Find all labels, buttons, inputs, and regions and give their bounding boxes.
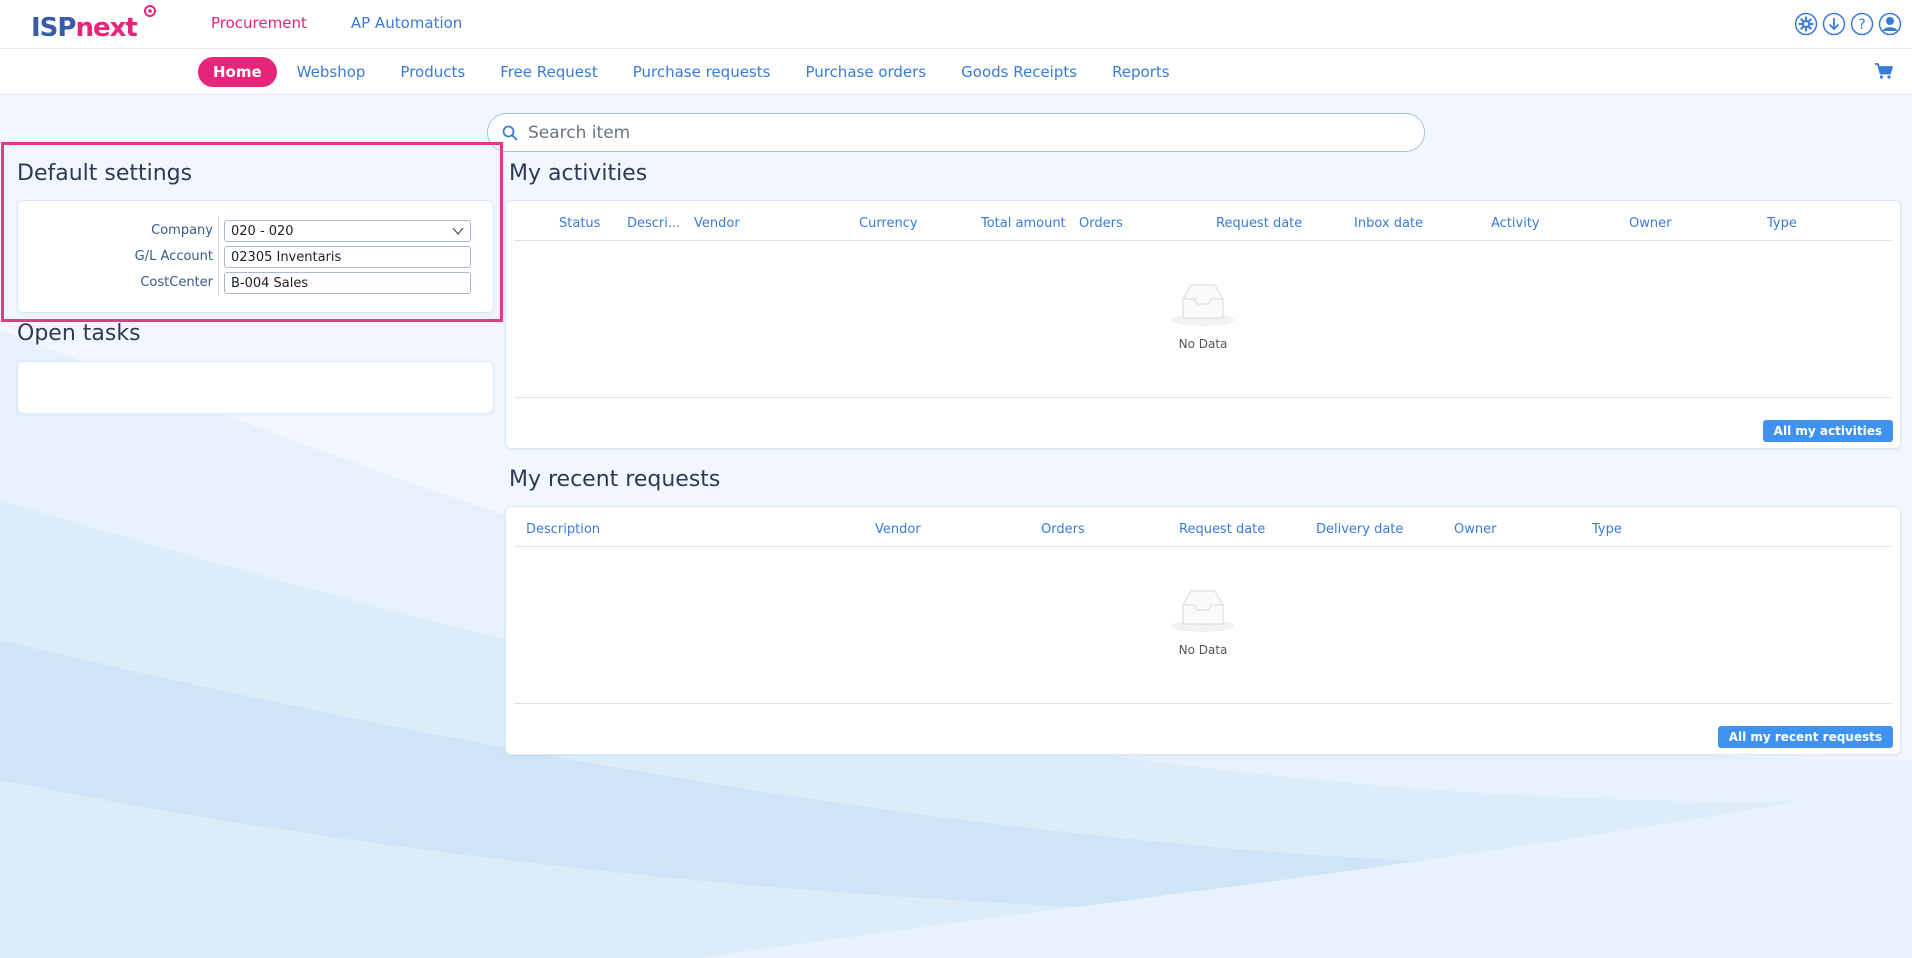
search-icon	[502, 125, 518, 140]
col-description[interactable]: Description	[526, 522, 600, 537]
company-value: 020 - 020	[231, 224, 294, 239]
company-label: Company	[151, 223, 213, 238]
my-activities-card: Status Descri... Vendor Currency Total a…	[505, 200, 1901, 449]
svg-text:?: ?	[1858, 17, 1865, 33]
table-footer-divider	[514, 703, 1892, 704]
my-recent-requests-empty: No Data	[506, 587, 1900, 657]
nav-webshop[interactable]: Webshop	[282, 57, 381, 87]
top-icons: ?	[1794, 12, 1902, 36]
default-settings-card: Company 020 - 020 G/L Account 02305 Inve…	[17, 200, 494, 313]
nav-reports[interactable]: Reports	[1097, 57, 1185, 87]
app-tab-ap-automation[interactable]: AP Automation	[351, 14, 462, 32]
my-recent-requests-header: Description Vendor Orders Request date D…	[514, 509, 1892, 547]
user-icon[interactable]	[1878, 12, 1902, 36]
col-type[interactable]: Type	[1767, 216, 1797, 231]
nav-purchase-orders[interactable]: Purchase orders	[790, 57, 941, 87]
search-bar	[487, 113, 1425, 152]
my-activities-empty: No Data	[506, 281, 1900, 351]
app-tab-procurement[interactable]: Procurement	[211, 14, 307, 32]
open-tasks-title: Open tasks	[17, 321, 141, 346]
download-icon[interactable]	[1822, 12, 1846, 36]
help-icon[interactable]: ?	[1850, 12, 1874, 36]
col-type[interactable]: Type	[1592, 522, 1622, 537]
col-owner[interactable]: Owner	[1629, 216, 1671, 231]
empty-inbox-icon	[1171, 590, 1235, 632]
my-activities-header: Status Descri... Vendor Currency Total a…	[514, 203, 1892, 241]
col-activity[interactable]: Activity	[1491, 216, 1540, 231]
no-data-text: No Data	[1178, 643, 1228, 657]
main-nav-bar: Home Webshop Products Free Request Purch…	[0, 49, 1912, 95]
table-footer-divider	[514, 397, 1892, 398]
nav-free-request[interactable]: Free Request	[485, 57, 613, 87]
col-owner[interactable]: Owner	[1454, 522, 1496, 537]
default-settings-title: Default settings	[17, 161, 193, 186]
app-tabs: Procurement AP Automation	[211, 14, 462, 32]
nav-home[interactable]: Home	[198, 57, 277, 87]
col-orders[interactable]: Orders	[1079, 216, 1123, 231]
col-description[interactable]: Descri...	[627, 216, 680, 231]
logo-next-text: next	[75, 13, 137, 43]
my-recent-requests-title: My recent requests	[509, 467, 721, 492]
my-recent-requests-card: Description Vendor Orders Request date D…	[505, 506, 1901, 755]
col-request-date[interactable]: Request date	[1179, 522, 1265, 537]
gl-account-label: G/L Account	[134, 249, 213, 264]
nav-products[interactable]: Products	[385, 57, 480, 87]
logo-location-pin-icon	[144, 5, 156, 17]
empty-inbox-icon	[1171, 284, 1235, 326]
ispnext-logo[interactable]: ISP next	[31, 5, 156, 43]
cost-center-field[interactable]: B-004 Sales	[224, 272, 471, 294]
col-delivery-date[interactable]: Delivery date	[1316, 522, 1403, 537]
cost-center-row: CostCenter B-004 Sales	[18, 272, 498, 296]
cost-center-label: CostCenter	[140, 275, 213, 290]
col-vendor[interactable]: Vendor	[875, 522, 921, 537]
settings-gear-icon[interactable]	[1794, 12, 1818, 36]
col-status[interactable]: Status	[559, 216, 600, 231]
all-my-recent-requests-button[interactable]: All my recent requests	[1717, 726, 1893, 748]
col-inbox-date[interactable]: Inbox date	[1354, 216, 1423, 231]
col-orders[interactable]: Orders	[1041, 522, 1085, 537]
all-my-activities-button[interactable]: All my activities	[1762, 420, 1893, 442]
no-data-text: No Data	[1178, 337, 1228, 351]
search-input[interactable]	[528, 122, 1408, 143]
col-total-amount[interactable]: Total amount	[981, 216, 1066, 231]
gl-account-field[interactable]: 02305 Inventaris	[224, 246, 471, 268]
col-request-date[interactable]: Request date	[1216, 216, 1302, 231]
col-currency[interactable]: Currency	[859, 216, 918, 231]
top-bar: ISP next Procurement AP Automation ?	[0, 0, 1912, 49]
logo-isp-text: ISP	[31, 13, 76, 43]
company-row: Company 020 - 020	[18, 220, 498, 244]
shopping-cart-icon[interactable]	[1874, 61, 1894, 81]
col-vendor[interactable]: Vendor	[694, 216, 740, 231]
company-select[interactable]: 020 - 020	[224, 220, 471, 242]
chevron-down-icon	[452, 227, 464, 236]
open-tasks-card	[17, 361, 494, 414]
nav-goods-receipts[interactable]: Goods Receipts	[946, 57, 1092, 87]
gl-account-row: G/L Account 02305 Inventaris	[18, 246, 498, 270]
my-activities-title: My activities	[509, 161, 648, 186]
main-nav: Home Webshop Products Free Request Purch…	[198, 57, 1190, 87]
nav-purchase-requests[interactable]: Purchase requests	[618, 57, 786, 87]
